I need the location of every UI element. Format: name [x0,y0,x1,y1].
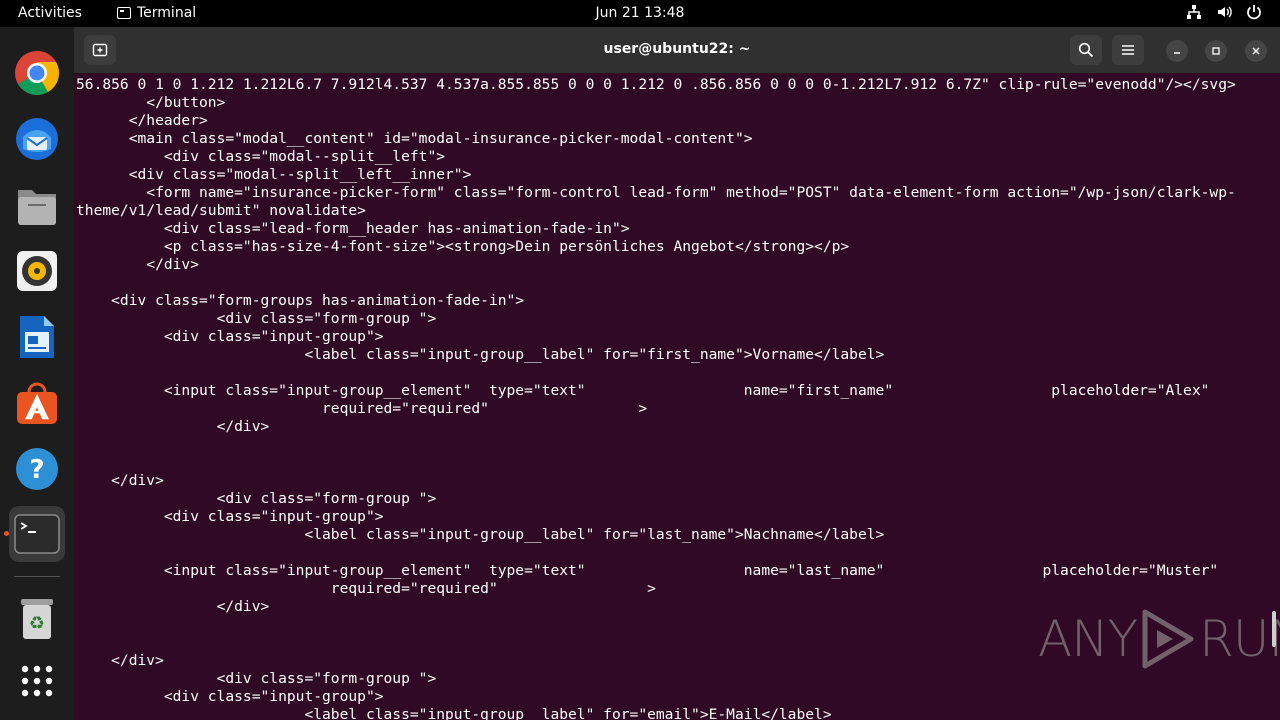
anyrun-watermark: ANY RUN [1038,608,1280,670]
show-apps-icon[interactable] [9,653,65,709]
dock: ? ♻ [0,27,74,720]
new-tab-button[interactable] [84,35,116,65]
network-icon[interactable] [1186,4,1202,20]
search-icon [1078,42,1094,58]
terminal-header: user@ubuntu22: ~ [74,27,1280,73]
app-name: Terminal [137,5,197,21]
terminal-line: <div class="form-groups has-animation-fa… [76,292,525,309]
maximize-icon [1212,47,1220,55]
thunderbird-icon[interactable] [9,111,65,167]
watermark-right: RUN [1199,610,1280,668]
play-logo-icon [1142,609,1194,669]
terminal-line: </div> [76,418,270,435]
window-title: user@ubuntu22: ~ [603,41,751,57]
minimize-icon [1174,52,1180,54]
help-icon[interactable]: ? [9,441,65,497]
terminal-line: <div class="input-group"> [76,508,384,525]
terminal-line: <form name="insurance-picker-form" class… [76,184,1236,201]
trash-icon[interactable]: ♻ [9,590,65,646]
terminal-line: <div class="modal--split__left"> [76,148,446,165]
search-button[interactable] [1070,35,1102,65]
app-center-icon[interactable] [9,375,65,431]
app-menu[interactable]: Terminal [117,5,196,21]
terminal-line: <main class="modal__content" id="modal-i… [76,130,753,147]
new-tab-icon [92,43,108,57]
terminal-small-icon [117,7,131,19]
terminal-line: <div class="form-group "> [76,670,437,687]
terminal-line: </header> [76,112,208,129]
clock[interactable]: Jun 21 13:48 [596,5,685,21]
terminal-line: <div class="form-group "> [76,490,437,507]
volume-icon[interactable] [1216,4,1232,20]
menu-button[interactable] [1112,35,1144,65]
terminal-line: required="required" > [76,580,656,597]
terminal-line: <div class="lead-form__header has-animat… [76,220,630,237]
terminal-line: required="required" > [76,400,648,417]
terminal-line: <input class="input-group__element" type… [76,382,1210,399]
terminal-line: <div class="input-group"> [76,688,384,705]
power-icon[interactable] [1246,4,1262,20]
files-icon[interactable] [9,177,65,233]
terminal-line: <label class="input-group__label" for="l… [76,526,885,543]
svg-text:♻: ♻ [29,613,45,634]
hamburger-icon [1122,45,1134,55]
svg-text:?: ? [29,455,44,485]
close-icon [1252,47,1260,55]
terminal-line: </button> [76,94,226,111]
terminal-line: 56.856 0 1 0 1.212 1.212L6.7 7.912l4.537… [76,76,1236,93]
terminal-line: <input class="input-group__element" type… [76,562,1219,579]
terminal-line: </div> [76,256,200,273]
close-button[interactable] [1245,40,1267,62]
rhythmbox-icon[interactable] [9,243,65,299]
writer-icon[interactable] [9,309,65,365]
top-bar: Activities Terminal Jun 21 13:48 [0,0,1280,27]
minimize-button[interactable] [1166,40,1188,62]
dock-separator [14,576,60,577]
terminal-line: <p class="has-size-4-font-size"><strong>… [76,238,850,255]
terminal-icon[interactable] [9,506,65,562]
terminal-line: theme/v1/lead/submit" novalidate> [76,202,366,219]
terminal-line: <label class="input-group__label" for="e… [76,706,832,720]
maximize-button[interactable] [1205,40,1227,62]
terminal-line: <div class="form-group "> [76,310,437,327]
terminal-line: <label class="input-group__label" for="f… [76,346,885,363]
terminal-line: <div class="modal--split__left__inner"> [76,166,472,183]
terminal-line: <div class="input-group"> [76,328,384,345]
chrome-icon[interactable] [9,45,65,101]
active-indicator [4,531,9,536]
terminal-line: </div> [76,472,164,489]
watermark-left: ANY [1038,610,1138,668]
system-tray[interactable] [1186,4,1262,20]
activities-button[interactable]: Activities [18,5,82,21]
